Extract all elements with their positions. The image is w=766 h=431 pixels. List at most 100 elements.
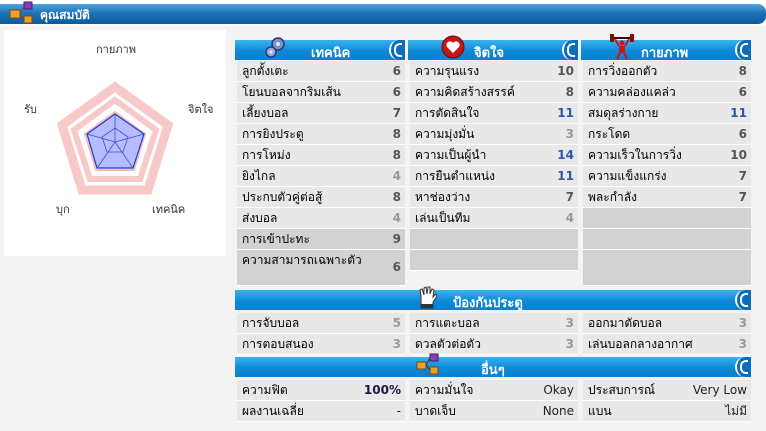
- technical-collapse-toggle[interactable]: [389, 40, 405, 60]
- other-col-2: ความมั่นใจ Okay บาดเจ็บ None: [410, 380, 578, 422]
- attribute-label: ความสามารถเฉพาะตัว: [242, 253, 362, 267]
- goalkeeping-header: ป้องกันประตู: [235, 286, 751, 311]
- mental-row: การยืนตำแหน่ง 11: [410, 166, 578, 187]
- attributes-header: คุณสมบัติ: [0, 1, 766, 24]
- attribute-label: ความแข็งแกร่ง: [588, 169, 667, 183]
- gears-icon: [265, 37, 285, 58]
- attribute-value: 7: [565, 190, 574, 204]
- attribute-label: ความคล่องแคล่ว: [588, 85, 676, 99]
- attribute-value: None: [542, 404, 574, 418]
- attribute-value: 3: [738, 337, 747, 351]
- goalkeeper-glove-icon: [419, 286, 438, 309]
- attribute-label: บาดเจ็บ: [415, 404, 456, 418]
- attribute-label: ลูกตั้งเตะ: [242, 64, 289, 78]
- attribute-label: ความคิดสร้างสรรค์: [415, 85, 515, 99]
- other-collapse-toggle[interactable]: [735, 357, 751, 377]
- other-row: ประสบการณ์ Very Low: [583, 380, 751, 401]
- physical-row: สมดุลร่างกาย 11: [583, 103, 751, 124]
- attribute-label: ประกบตัวคู่ต่อสู้: [242, 190, 323, 204]
- radar-value-shape: [86, 113, 145, 169]
- attribute-value: 6: [392, 64, 401, 78]
- radar-label-attack: บุก: [56, 203, 70, 216]
- attribute-label: การตัดสินใจ: [415, 106, 480, 120]
- physical-row: พละกำลัง 7: [583, 187, 751, 208]
- attribute-label: แบน: [588, 404, 612, 418]
- attribute-value: 8: [738, 64, 747, 78]
- attribute-value: 10: [730, 148, 747, 162]
- attribute-label: ความรุนแรง: [415, 64, 480, 78]
- attribute-value: Very Low: [692, 383, 747, 397]
- technical-row: ความสามารถเฉพาะตัว 6: [237, 250, 405, 286]
- technical-row: การยิงประตู 8: [237, 124, 405, 145]
- physical-list: การวิ่งออกตัว 8 ความคล่องแคล่ว 6 สมดุลร่าง…: [583, 61, 751, 286]
- physical-collapse-toggle[interactable]: [735, 40, 751, 60]
- technical-row: โยนบอลจากริมเส้น 6: [237, 82, 405, 103]
- attribute-value: 11: [730, 106, 747, 120]
- attribute-value: 11: [557, 106, 574, 120]
- attribute-label: การตอบสนอง: [242, 337, 314, 351]
- attribute-label: เล่นเป็นทีม: [415, 211, 471, 225]
- attribute-label: ความเป็นผู้นำ: [415, 148, 487, 162]
- attribute-value: 3: [565, 337, 574, 351]
- attribute-value: 4: [392, 211, 401, 225]
- attribute-label: ความเร็วในการวิ่ง: [588, 148, 682, 162]
- attribute-label: ความฟิต: [242, 383, 288, 397]
- attribute-value: 7: [392, 106, 401, 120]
- goalkeeping-row: เล่นบอลกลางอากาศ 3: [583, 334, 751, 355]
- goalkeeping-col-2: การแตะบอล 3 ดวลตัวต่อตัว 3: [410, 313, 578, 355]
- physical-empty-row: [583, 250, 751, 286]
- attribute-value: 8: [392, 190, 401, 204]
- mental-collapse-toggle[interactable]: [562, 40, 578, 60]
- mental-row: ความคิดสร้างสรรค์ 8: [410, 82, 578, 103]
- radar-chart: [56, 81, 174, 195]
- page-title: คุณสมบัติ: [40, 8, 90, 22]
- physical-row: ความคล่องแคล่ว 6: [583, 82, 751, 103]
- attribute-label: โยนบอลจากริมเส้น: [242, 85, 341, 99]
- mental-list: ความรุนแรง 10 ความคิดสร้างสรรค์ 8 การตัดสิ…: [410, 61, 578, 271]
- attributes-icon: [9, 1, 33, 24]
- other-col-1: ความฟิต 100% ผลงานเฉลี่ย -: [237, 380, 405, 422]
- other-col-3: ประสบการณ์ Very Low แบน ไม่มี: [583, 380, 751, 422]
- attribute-label: ผลงานเฉลี่ย: [242, 404, 304, 418]
- mental-row: การตัดสินใจ 11: [410, 103, 578, 124]
- attribute-label: ความมั่นใจ: [415, 383, 474, 397]
- misc-icon: [416, 353, 439, 375]
- radar-label-defense: รับ: [24, 103, 37, 116]
- goalkeeping-row: การตอบสนอง 3: [237, 334, 405, 355]
- technical-row: การโหม่ง 8: [237, 145, 405, 166]
- technical-header: เทคนิค: [235, 37, 405, 61]
- attribute-label: ประสบการณ์: [588, 383, 656, 397]
- attribute-label: ดวลตัวต่อตัว: [415, 337, 481, 351]
- mental-row: ความเป็นผู้นำ 14: [410, 145, 578, 166]
- attribute-label: การจับบอล: [242, 316, 300, 330]
- goalkeeping-collapse-toggle[interactable]: [735, 290, 751, 310]
- weightlifter-icon: [610, 34, 634, 60]
- mental-header: จิตใจ: [408, 35, 578, 61]
- attribute-label: การยืนตำแหน่ง: [415, 169, 495, 183]
- physical-empty-row: [583, 208, 751, 229]
- attribute-value: 6: [738, 127, 747, 141]
- mental-empty-row: [410, 250, 578, 271]
- attribute-value: 6: [392, 260, 401, 274]
- attribute-label: การเข้าปะทะ: [242, 232, 310, 246]
- attribute-value: 3: [392, 337, 401, 351]
- attribute-value: 6: [392, 85, 401, 99]
- technical-row: เลี้ยงบอล 7: [237, 103, 405, 124]
- physical-title: กายภาพ: [641, 46, 689, 61]
- physical-row: ความแข็งแกร่ง 7: [583, 166, 751, 187]
- mental-empty-row: [410, 229, 578, 250]
- attribute-value: 7: [738, 190, 747, 204]
- physical-row: การวิ่งออกตัว 8: [583, 61, 751, 82]
- goalkeeping-title: ป้องกันประตู: [453, 296, 523, 311]
- technical-title: เทคนิค: [311, 46, 351, 61]
- attribute-value: 4: [392, 169, 401, 183]
- attribute-value: 3: [565, 127, 574, 141]
- attribute-value: 9: [392, 232, 401, 246]
- other-title: อื่นๆ: [481, 363, 505, 378]
- physical-row: กระโดด 6: [583, 124, 751, 145]
- goalkeeping-row: ออกมาตัดบอล 3: [583, 313, 751, 334]
- other-row: ความฟิต 100%: [237, 380, 405, 401]
- other-row: ความมั่นใจ Okay: [410, 380, 578, 401]
- radar-label-technical: เทคนิค: [152, 203, 186, 216]
- technical-list: ลูกตั้งเตะ 6 โยนบอลจากริมเส้น 6 เลี้ยงบอล 7…: [237, 61, 405, 286]
